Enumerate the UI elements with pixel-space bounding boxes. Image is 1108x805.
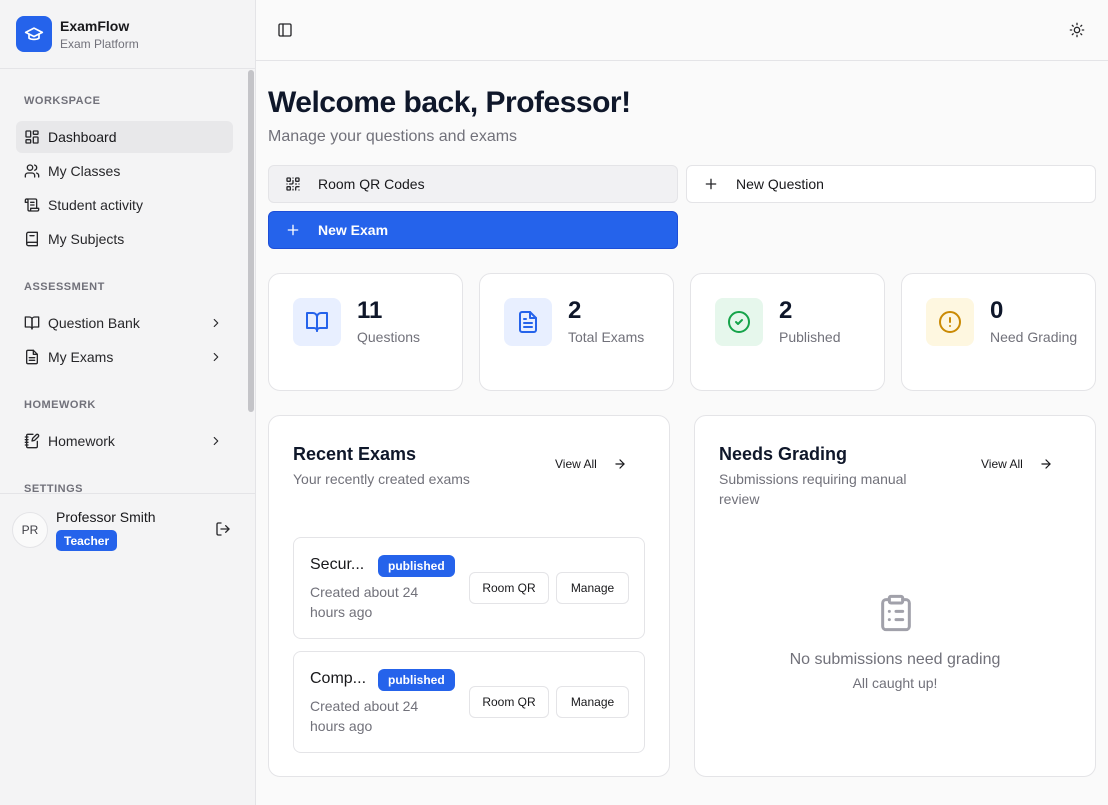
empty-state-subtitle: All caught up! bbox=[852, 675, 938, 691]
new-exam-button[interactable]: New Exam bbox=[268, 211, 678, 249]
sidebar-item-label: My Exams bbox=[48, 349, 114, 365]
sidebar-item-label: Homework bbox=[48, 433, 115, 449]
stat-card-total-exams: 2 Total Exams bbox=[479, 273, 674, 391]
stat-value: 2 bbox=[779, 297, 793, 324]
sidebar-item-my-classes[interactable]: My Classes bbox=[16, 155, 233, 187]
sidebar-item-student-activity[interactable]: Student activity bbox=[16, 189, 233, 221]
sidebar-item-my-exams[interactable]: My Exams bbox=[16, 341, 233, 373]
user-panel: PR Professor Smith Teacher bbox=[0, 493, 255, 565]
sidebar-item-label: My Subjects bbox=[48, 231, 125, 247]
notebook-pen-icon bbox=[24, 433, 40, 449]
sidebar-item-my-subjects[interactable]: My Subjects bbox=[16, 223, 233, 255]
file-text-icon bbox=[26, 349, 38, 365]
exam-title: Secur... bbox=[310, 556, 365, 573]
scroll-icon bbox=[24, 198, 40, 212]
graduation-cap-icon bbox=[16, 16, 52, 52]
sidebar-item-label: My Classes bbox=[48, 163, 121, 179]
alert-circle-icon bbox=[926, 298, 974, 346]
stat-label: Total Exams bbox=[568, 329, 645, 345]
panel-title: Recent Exams bbox=[293, 444, 417, 464]
topbar bbox=[256, 0, 1108, 61]
main-content: Welcome back, Professor! Manage your que… bbox=[256, 0, 1108, 805]
chevron-right-icon bbox=[213, 352, 219, 362]
stat-value: 2 bbox=[568, 297, 582, 324]
user-name: Professor Smith bbox=[56, 509, 156, 525]
stat-label: Questions bbox=[357, 329, 421, 345]
panel-subtitle: Submissions requiring manual review bbox=[719, 471, 907, 507]
new-question-label: New Question bbox=[736, 176, 824, 192]
sidebar-item-label: Question Bank bbox=[48, 315, 140, 331]
book-open-icon bbox=[24, 316, 40, 330]
view-all-label: View All bbox=[555, 457, 597, 471]
exam-created-time: Created about 24 hours ago bbox=[310, 584, 419, 620]
section-label-homework: HOMEWORK bbox=[24, 399, 96, 411]
sun-icon[interactable] bbox=[1069, 22, 1085, 38]
chevron-right-icon bbox=[213, 318, 219, 328]
room-qr-button[interactable]: Room QR bbox=[469, 686, 549, 718]
check-circle-icon bbox=[715, 298, 763, 346]
sidebar-item-label: Student activity bbox=[48, 197, 143, 213]
view-all-button[interactable]: View All bbox=[555, 457, 627, 471]
brand-header[interactable]: ExamFlow Exam Platform bbox=[0, 0, 255, 69]
book-open-icon bbox=[293, 298, 341, 346]
panel-subtitle: Your recently created exams bbox=[293, 471, 470, 487]
status-badge: published bbox=[378, 555, 455, 577]
arrow-right-icon bbox=[615, 459, 625, 469]
stat-label: Need Grading bbox=[990, 329, 1078, 345]
book-icon bbox=[26, 231, 38, 247]
role-badge: Teacher bbox=[56, 530, 118, 551]
sidebar-item-label: Dashboard bbox=[48, 129, 117, 145]
needs-grading-panel: Needs Grading Submissions requiring manu… bbox=[694, 415, 1096, 777]
sidebar: ExamFlow Exam Platform WORKSPACE Dashboa… bbox=[0, 0, 256, 805]
stat-value: 0 bbox=[990, 297, 1004, 324]
file-text-icon bbox=[504, 298, 552, 346]
app-subtitle: Exam Platform bbox=[60, 37, 139, 51]
view-all-button[interactable]: View All bbox=[981, 457, 1053, 471]
panel-title: Needs Grading bbox=[719, 444, 848, 464]
sidebar-item-homework[interactable]: Homework bbox=[16, 425, 233, 457]
exam-title: Comp... bbox=[310, 670, 367, 687]
manage-button[interactable]: Manage bbox=[556, 686, 629, 718]
logout-icon[interactable] bbox=[215, 521, 231, 537]
users-icon bbox=[24, 164, 40, 178]
arrow-right-icon bbox=[1041, 459, 1051, 469]
chevron-right-icon bbox=[213, 436, 219, 446]
recent-exams-panel: Recent Exams Your recently created exams… bbox=[268, 415, 670, 777]
section-label-assessment: ASSESSMENT bbox=[24, 281, 105, 293]
sidebar-toggle-icon[interactable] bbox=[277, 22, 293, 38]
section-label-workspace: WORKSPACE bbox=[24, 95, 101, 107]
sidebar-scrollbar[interactable] bbox=[248, 70, 254, 412]
stat-card-questions: 11 Questions bbox=[268, 273, 463, 391]
view-all-label: View All bbox=[981, 457, 1023, 471]
room-qr-codes-button[interactable]: Room QR Codes bbox=[268, 165, 678, 203]
new-exam-label: New Exam bbox=[318, 222, 389, 238]
stat-card-need-grading: 0 Need Grading bbox=[901, 273, 1096, 391]
layout-grid-icon bbox=[25, 130, 39, 144]
exam-created-time: Created about 24 hours ago bbox=[310, 698, 419, 734]
new-question-button[interactable]: New Question bbox=[686, 165, 1096, 203]
list-item[interactable]: Comp... published Created about 24 hours… bbox=[293, 651, 645, 753]
qr-code-icon bbox=[286, 177, 300, 191]
page-title: Welcome back, Professor! bbox=[268, 86, 631, 119]
stat-label: Published bbox=[779, 329, 841, 345]
sidebar-item-dashboard[interactable]: Dashboard bbox=[16, 121, 233, 153]
sidebar-item-question-bank[interactable]: Question Bank bbox=[16, 307, 233, 339]
page-subtitle: Manage your questions and exams bbox=[268, 128, 518, 145]
avatar[interactable]: PR bbox=[12, 512, 48, 548]
plus-icon bbox=[287, 224, 299, 236]
room-qr-button[interactable]: Room QR bbox=[469, 572, 549, 604]
clipboard-list-icon bbox=[881, 594, 911, 632]
stat-card-published: 2 Published bbox=[690, 273, 885, 391]
app-name: ExamFlow bbox=[60, 18, 130, 34]
status-badge: published bbox=[378, 669, 455, 691]
list-item[interactable]: Secur... published Created about 24 hour… bbox=[293, 537, 645, 639]
manage-button[interactable]: Manage bbox=[556, 572, 629, 604]
stat-value: 11 bbox=[357, 297, 383, 324]
empty-state-title: No submissions need grading bbox=[789, 651, 1001, 668]
plus-icon bbox=[705, 178, 717, 190]
room-qr-codes-label: Room QR Codes bbox=[318, 176, 425, 192]
